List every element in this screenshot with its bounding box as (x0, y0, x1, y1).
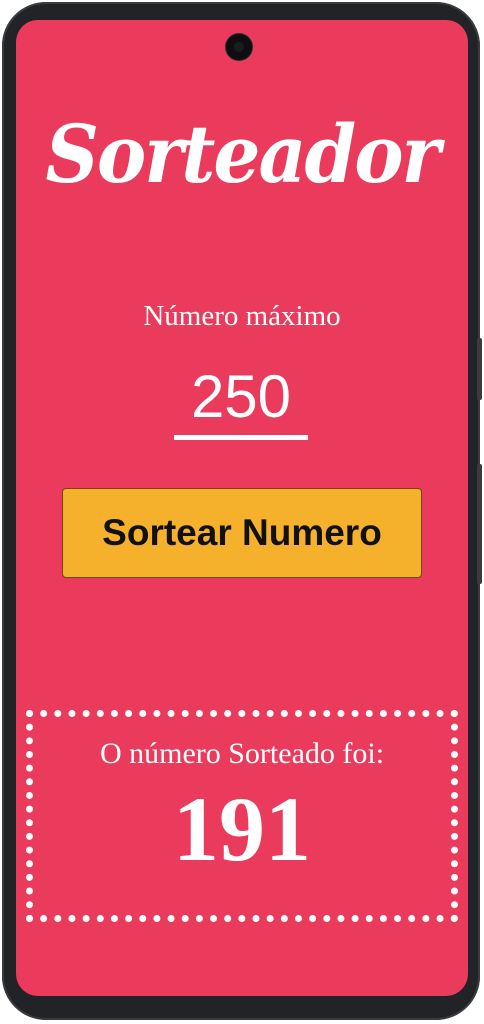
result-label: O número Sorteado foi: (99, 737, 385, 770)
app-title: Sorteador (45, 108, 440, 202)
power-button (477, 464, 482, 584)
volume-button (477, 338, 482, 400)
result-number: 191 (173, 778, 311, 880)
front-camera (226, 34, 252, 60)
max-number-label: Número máximo (143, 300, 341, 332)
max-number-input[interactable] (174, 358, 308, 440)
app-screen: Sorteador Número máximo Sortear Numero O… (16, 20, 468, 996)
draw-number-button[interactable]: Sortear Numero (62, 488, 422, 578)
result-box: O número Sorteado foi: 191 (26, 710, 458, 922)
